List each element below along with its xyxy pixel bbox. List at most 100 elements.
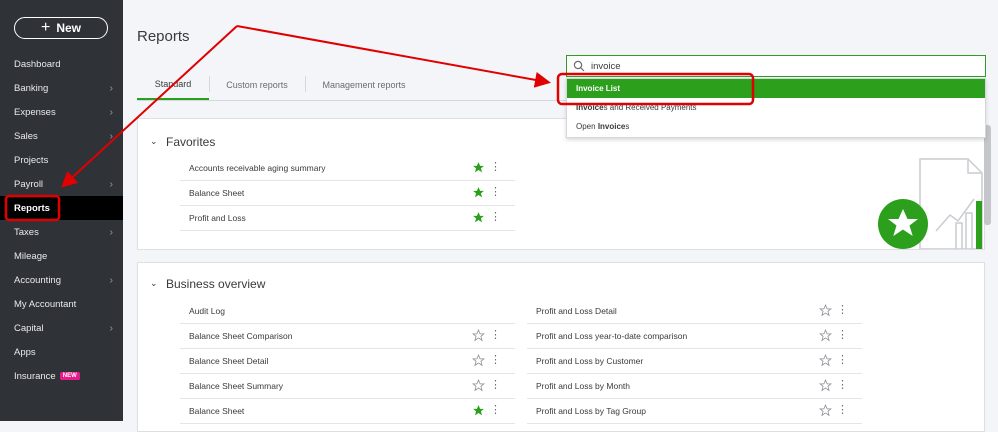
sidebar-item-label: Insurance (14, 370, 56, 382)
sidebar-item-label: Banking (14, 82, 49, 94)
sidebar-item-payroll[interactable]: Payroll › (0, 172, 123, 196)
star-outline-icon[interactable] (819, 404, 832, 417)
star-outline-icon[interactable] (472, 329, 485, 342)
search-value: invoice (591, 60, 621, 72)
sidebar-item-label: Sales (14, 130, 38, 142)
main-content: Reports Standard Custom reports Manageme… (123, 0, 998, 432)
sidebar-item-capital[interactable]: Capital › (0, 316, 123, 340)
list-item[interactable]: Balance Sheet Detail ⋮ (180, 349, 515, 374)
star-outline-icon[interactable] (819, 304, 832, 317)
list-item[interactable]: Audit Log (180, 299, 515, 324)
plus-icon: + (40, 19, 51, 36)
report-name: Profit and Loss (189, 213, 246, 223)
report-name: Balance Sheet (189, 406, 245, 416)
list-item[interactable]: Balance Sheet Summary ⋮ (180, 374, 515, 399)
sidebar-item-mileage[interactable]: Mileage (0, 244, 123, 268)
search-icon (573, 60, 585, 72)
sidebar-item-sales[interactable]: Sales › (0, 124, 123, 148)
search-result-label: Open (576, 122, 596, 131)
more-options-icon[interactable]: ⋮ (837, 404, 848, 417)
business-overview-title: Business overview (166, 277, 266, 291)
more-options-icon[interactable]: ⋮ (490, 329, 501, 342)
search-match: Invoice (597, 122, 626, 131)
favorites-title: Favorites (166, 135, 216, 149)
search-result-label: s and Received Payments (603, 103, 697, 112)
sidebar-item-label: My Accountant (14, 298, 77, 310)
tab-management-reports[interactable]: Management reports (305, 70, 423, 100)
list-item[interactable]: Balance Sheet ⋮ (180, 399, 515, 424)
search-result-label: s (625, 122, 630, 131)
sidebar-item-accounting[interactable]: Accounting › (0, 268, 123, 292)
search-result-invoices-received-payments[interactable]: Invoice s and Received Payments (567, 98, 985, 117)
chevron-right-icon: › (109, 82, 113, 94)
sidebar-nav: Dashboard Banking › Expenses › Sales › Proj… (0, 52, 123, 388)
list-item[interactable]: Profit and Loss by Tag Group ⋮ (527, 399, 862, 424)
chevron-right-icon: › (109, 106, 113, 118)
search-result-label: Invoice List (576, 84, 621, 93)
star-outline-icon[interactable] (472, 379, 485, 392)
more-options-icon[interactable]: ⋮ (490, 211, 501, 224)
sidebar-item-label: Capital (14, 322, 44, 334)
chevron-right-icon: › (109, 226, 113, 238)
more-options-icon[interactable]: ⋮ (490, 404, 501, 417)
report-search-input[interactable]: invoice (566, 55, 986, 77)
more-options-icon[interactable]: ⋮ (490, 354, 501, 367)
list-item[interactable]: Profit and Loss ⋮ (180, 206, 515, 231)
sidebar-item-insurance[interactable]: Insurance NEW (0, 364, 123, 388)
report-name: Balance Sheet Detail (189, 356, 269, 366)
more-options-icon[interactable]: ⋮ (490, 186, 501, 199)
new-badge: NEW (59, 372, 80, 380)
more-options-icon[interactable]: ⋮ (490, 379, 501, 392)
search-result-open-invoices[interactable]: Open Invoice s (567, 117, 985, 136)
list-item[interactable]: Profit and Loss by Month ⋮ (527, 374, 862, 399)
sidebar-item-reports[interactable]: Reports (0, 196, 123, 220)
more-options-icon[interactable]: ⋮ (837, 354, 848, 367)
report-name: Balance Sheet Comparison (189, 331, 293, 341)
star-filled-icon[interactable] (472, 186, 485, 199)
tab-standard[interactable]: Standard (137, 70, 209, 100)
list-item[interactable]: Profit and Loss year-to-date comparison … (527, 324, 862, 349)
sidebar-item-dashboard[interactable]: Dashboard (0, 52, 123, 76)
chevron-down-icon[interactable]: ⌄ (150, 278, 158, 289)
star-outline-icon[interactable] (819, 329, 832, 342)
sidebar-item-expenses[interactable]: Expenses › (0, 100, 123, 124)
more-options-icon[interactable]: ⋮ (837, 379, 848, 392)
sidebar-item-label: Payroll (14, 178, 44, 190)
star-filled-icon[interactable] (472, 404, 485, 417)
sidebar-item-label: Reports (14, 202, 50, 214)
chevron-right-icon: › (109, 274, 113, 286)
report-name: Balance Sheet Summary (189, 381, 284, 391)
sidebar: + New Dashboard Banking › Expenses › Sales… (0, 0, 123, 421)
list-item[interactable]: Balance Sheet ⋮ (180, 181, 515, 206)
sidebar-item-apps[interactable]: Apps (0, 340, 123, 364)
star-outline-icon[interactable] (472, 354, 485, 367)
vertical-scrollbar[interactable] (984, 125, 991, 225)
list-item[interactable]: Profit and Loss by Customer ⋮ (527, 349, 862, 374)
more-options-icon[interactable]: ⋮ (837, 329, 848, 342)
chevron-right-icon: › (109, 178, 113, 190)
list-item[interactable]: Profit and Loss Detail ⋮ (527, 299, 862, 324)
list-item[interactable]: Balance Sheet Comparison ⋮ (180, 324, 515, 349)
sidebar-item-label: Accounting (14, 274, 62, 286)
sidebar-item-label: Apps (14, 346, 36, 358)
new-button[interactable]: + New (14, 17, 108, 39)
sidebar-item-label: Projects (14, 154, 49, 166)
more-options-icon[interactable]: ⋮ (837, 304, 848, 317)
business-overview-card: ⌄ Business overview Audit Log Balance Sh… (137, 262, 985, 432)
search-result-invoice-list[interactable]: Invoice List (567, 79, 985, 98)
tab-custom-reports[interactable]: Custom reports (209, 70, 305, 100)
sidebar-item-taxes[interactable]: Taxes › (0, 220, 123, 244)
star-outline-icon[interactable] (819, 354, 832, 367)
sidebar-item-projects[interactable]: Projects (0, 148, 123, 172)
sidebar-item-banking[interactable]: Banking › (0, 76, 123, 100)
report-name: Audit Log (189, 306, 225, 316)
more-options-icon[interactable]: ⋮ (490, 161, 501, 174)
chevron-down-icon[interactable]: ⌄ (150, 136, 158, 147)
star-outline-icon[interactable] (819, 379, 832, 392)
list-item[interactable]: Accounts receivable aging summary ⋮ (180, 156, 515, 181)
page-title: Reports (137, 28, 190, 45)
sidebar-item-my-accountant[interactable]: My Accountant (0, 292, 123, 316)
star-filled-icon[interactable] (472, 161, 485, 174)
star-filled-icon[interactable] (472, 211, 485, 224)
search-match: Invoice (576, 103, 604, 112)
